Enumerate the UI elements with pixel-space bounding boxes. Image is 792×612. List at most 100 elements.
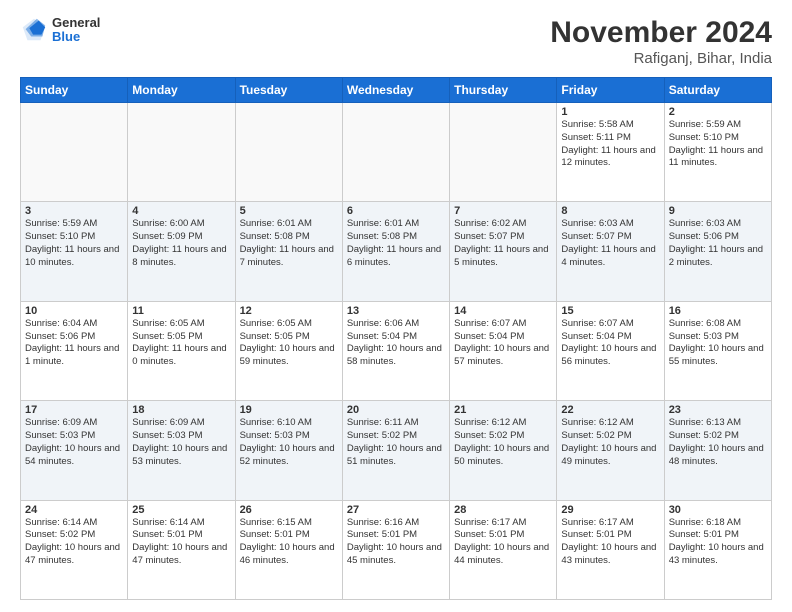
calendar-cell: 14Sunrise: 6:07 AM Sunset: 5:04 PM Dayli… bbox=[450, 301, 557, 400]
calendar-cell: 16Sunrise: 6:08 AM Sunset: 5:03 PM Dayli… bbox=[664, 301, 771, 400]
weekday-header: Saturday bbox=[664, 78, 771, 103]
logo: General Blue bbox=[20, 16, 100, 45]
calendar-cell: 15Sunrise: 6:07 AM Sunset: 5:04 PM Dayli… bbox=[557, 301, 664, 400]
calendar-cell: 24Sunrise: 6:14 AM Sunset: 5:02 PM Dayli… bbox=[21, 500, 128, 599]
day-info: Sunrise: 6:18 AM Sunset: 5:01 PM Dayligh… bbox=[669, 517, 767, 568]
calendar-cell bbox=[450, 103, 557, 202]
calendar-cell: 9Sunrise: 6:03 AM Sunset: 5:06 PM Daylig… bbox=[664, 202, 771, 301]
calendar-cell: 25Sunrise: 6:14 AM Sunset: 5:01 PM Dayli… bbox=[128, 500, 235, 599]
day-number: 18 bbox=[132, 404, 230, 416]
day-info: Sunrise: 6:13 AM Sunset: 5:02 PM Dayligh… bbox=[669, 417, 767, 468]
calendar-cell: 20Sunrise: 6:11 AM Sunset: 5:02 PM Dayli… bbox=[342, 401, 449, 500]
day-info: Sunrise: 6:12 AM Sunset: 5:02 PM Dayligh… bbox=[561, 417, 659, 468]
calendar-cell: 26Sunrise: 6:15 AM Sunset: 5:01 PM Dayli… bbox=[235, 500, 342, 599]
day-info: Sunrise: 6:07 AM Sunset: 5:04 PM Dayligh… bbox=[454, 318, 552, 369]
calendar-cell: 22Sunrise: 6:12 AM Sunset: 5:02 PM Dayli… bbox=[557, 401, 664, 500]
day-info: Sunrise: 6:06 AM Sunset: 5:04 PM Dayligh… bbox=[347, 318, 445, 369]
day-number: 2 bbox=[669, 106, 767, 118]
calendar-cell: 13Sunrise: 6:06 AM Sunset: 5:04 PM Dayli… bbox=[342, 301, 449, 400]
day-info: Sunrise: 6:12 AM Sunset: 5:02 PM Dayligh… bbox=[454, 417, 552, 468]
location: Rafiganj, Bihar, India bbox=[550, 50, 772, 67]
day-info: Sunrise: 6:04 AM Sunset: 5:06 PM Dayligh… bbox=[25, 318, 123, 369]
calendar-cell: 7Sunrise: 6:02 AM Sunset: 5:07 PM Daylig… bbox=[450, 202, 557, 301]
day-number: 5 bbox=[240, 205, 338, 217]
day-info: Sunrise: 6:05 AM Sunset: 5:05 PM Dayligh… bbox=[240, 318, 338, 369]
day-info: Sunrise: 6:16 AM Sunset: 5:01 PM Dayligh… bbox=[347, 517, 445, 568]
calendar-cell bbox=[342, 103, 449, 202]
week-row: 24Sunrise: 6:14 AM Sunset: 5:02 PM Dayli… bbox=[21, 500, 772, 599]
day-info: Sunrise: 6:03 AM Sunset: 5:07 PM Dayligh… bbox=[561, 218, 659, 269]
day-number: 20 bbox=[347, 404, 445, 416]
day-number: 12 bbox=[240, 305, 338, 317]
calendar-cell: 19Sunrise: 6:10 AM Sunset: 5:03 PM Dayli… bbox=[235, 401, 342, 500]
week-row: 10Sunrise: 6:04 AM Sunset: 5:06 PM Dayli… bbox=[21, 301, 772, 400]
weekday-header: Thursday bbox=[450, 78, 557, 103]
calendar-cell: 4Sunrise: 6:00 AM Sunset: 5:09 PM Daylig… bbox=[128, 202, 235, 301]
calendar-cell: 11Sunrise: 6:05 AM Sunset: 5:05 PM Dayli… bbox=[128, 301, 235, 400]
day-number: 22 bbox=[561, 404, 659, 416]
day-number: 28 bbox=[454, 504, 552, 516]
day-number: 15 bbox=[561, 305, 659, 317]
calendar-cell: 30Sunrise: 6:18 AM Sunset: 5:01 PM Dayli… bbox=[664, 500, 771, 599]
week-row: 1Sunrise: 5:58 AM Sunset: 5:11 PM Daylig… bbox=[21, 103, 772, 202]
day-info: Sunrise: 6:09 AM Sunset: 5:03 PM Dayligh… bbox=[132, 417, 230, 468]
day-info: Sunrise: 6:05 AM Sunset: 5:05 PM Dayligh… bbox=[132, 318, 230, 369]
weekday-header: Monday bbox=[128, 78, 235, 103]
day-number: 17 bbox=[25, 404, 123, 416]
day-number: 23 bbox=[669, 404, 767, 416]
day-number: 6 bbox=[347, 205, 445, 217]
day-info: Sunrise: 5:59 AM Sunset: 5:10 PM Dayligh… bbox=[669, 119, 767, 170]
calendar-cell: 3Sunrise: 5:59 AM Sunset: 5:10 PM Daylig… bbox=[21, 202, 128, 301]
day-number: 11 bbox=[132, 305, 230, 317]
week-row: 17Sunrise: 6:09 AM Sunset: 5:03 PM Dayli… bbox=[21, 401, 772, 500]
day-info: Sunrise: 6:01 AM Sunset: 5:08 PM Dayligh… bbox=[347, 218, 445, 269]
day-info: Sunrise: 6:15 AM Sunset: 5:01 PM Dayligh… bbox=[240, 517, 338, 568]
day-number: 14 bbox=[454, 305, 552, 317]
day-number: 3 bbox=[25, 205, 123, 217]
week-row: 3Sunrise: 5:59 AM Sunset: 5:10 PM Daylig… bbox=[21, 202, 772, 301]
day-info: Sunrise: 5:58 AM Sunset: 5:11 PM Dayligh… bbox=[561, 119, 659, 170]
weekday-header: Friday bbox=[557, 78, 664, 103]
day-info: Sunrise: 6:01 AM Sunset: 5:08 PM Dayligh… bbox=[240, 218, 338, 269]
day-number: 13 bbox=[347, 305, 445, 317]
day-number: 7 bbox=[454, 205, 552, 217]
calendar-cell: 29Sunrise: 6:17 AM Sunset: 5:01 PM Dayli… bbox=[557, 500, 664, 599]
calendar-cell: 5Sunrise: 6:01 AM Sunset: 5:08 PM Daylig… bbox=[235, 202, 342, 301]
day-info: Sunrise: 6:03 AM Sunset: 5:06 PM Dayligh… bbox=[669, 218, 767, 269]
day-info: Sunrise: 6:07 AM Sunset: 5:04 PM Dayligh… bbox=[561, 318, 659, 369]
calendar-cell: 8Sunrise: 6:03 AM Sunset: 5:07 PM Daylig… bbox=[557, 202, 664, 301]
day-number: 27 bbox=[347, 504, 445, 516]
weekday-header-row: SundayMondayTuesdayWednesdayThursdayFrid… bbox=[21, 78, 772, 103]
day-info: Sunrise: 6:02 AM Sunset: 5:07 PM Dayligh… bbox=[454, 218, 552, 269]
calendar-cell: 28Sunrise: 6:17 AM Sunset: 5:01 PM Dayli… bbox=[450, 500, 557, 599]
calendar-cell bbox=[128, 103, 235, 202]
day-info: Sunrise: 6:09 AM Sunset: 5:03 PM Dayligh… bbox=[25, 417, 123, 468]
page: General Blue November 2024 Rafiganj, Bih… bbox=[0, 0, 792, 612]
day-number: 16 bbox=[669, 305, 767, 317]
day-info: Sunrise: 5:59 AM Sunset: 5:10 PM Dayligh… bbox=[25, 218, 123, 269]
day-number: 10 bbox=[25, 305, 123, 317]
day-number: 9 bbox=[669, 205, 767, 217]
day-number: 26 bbox=[240, 504, 338, 516]
day-info: Sunrise: 6:08 AM Sunset: 5:03 PM Dayligh… bbox=[669, 318, 767, 369]
day-number: 25 bbox=[132, 504, 230, 516]
logo-icon bbox=[20, 16, 48, 44]
calendar-cell: 23Sunrise: 6:13 AM Sunset: 5:02 PM Dayli… bbox=[664, 401, 771, 500]
day-number: 30 bbox=[669, 504, 767, 516]
day-number: 24 bbox=[25, 504, 123, 516]
month-title: November 2024 bbox=[550, 16, 772, 50]
logo-text: General Blue bbox=[52, 16, 100, 45]
day-info: Sunrise: 6:14 AM Sunset: 5:02 PM Dayligh… bbox=[25, 517, 123, 568]
day-number: 29 bbox=[561, 504, 659, 516]
calendar-cell: 6Sunrise: 6:01 AM Sunset: 5:08 PM Daylig… bbox=[342, 202, 449, 301]
calendar-cell bbox=[21, 103, 128, 202]
day-number: 19 bbox=[240, 404, 338, 416]
day-number: 4 bbox=[132, 205, 230, 217]
calendar-cell: 17Sunrise: 6:09 AM Sunset: 5:03 PM Dayli… bbox=[21, 401, 128, 500]
calendar-cell: 27Sunrise: 6:16 AM Sunset: 5:01 PM Dayli… bbox=[342, 500, 449, 599]
calendar-cell: 2Sunrise: 5:59 AM Sunset: 5:10 PM Daylig… bbox=[664, 103, 771, 202]
calendar-cell: 1Sunrise: 5:58 AM Sunset: 5:11 PM Daylig… bbox=[557, 103, 664, 202]
weekday-header: Tuesday bbox=[235, 78, 342, 103]
calendar-cell bbox=[235, 103, 342, 202]
day-info: Sunrise: 6:00 AM Sunset: 5:09 PM Dayligh… bbox=[132, 218, 230, 269]
